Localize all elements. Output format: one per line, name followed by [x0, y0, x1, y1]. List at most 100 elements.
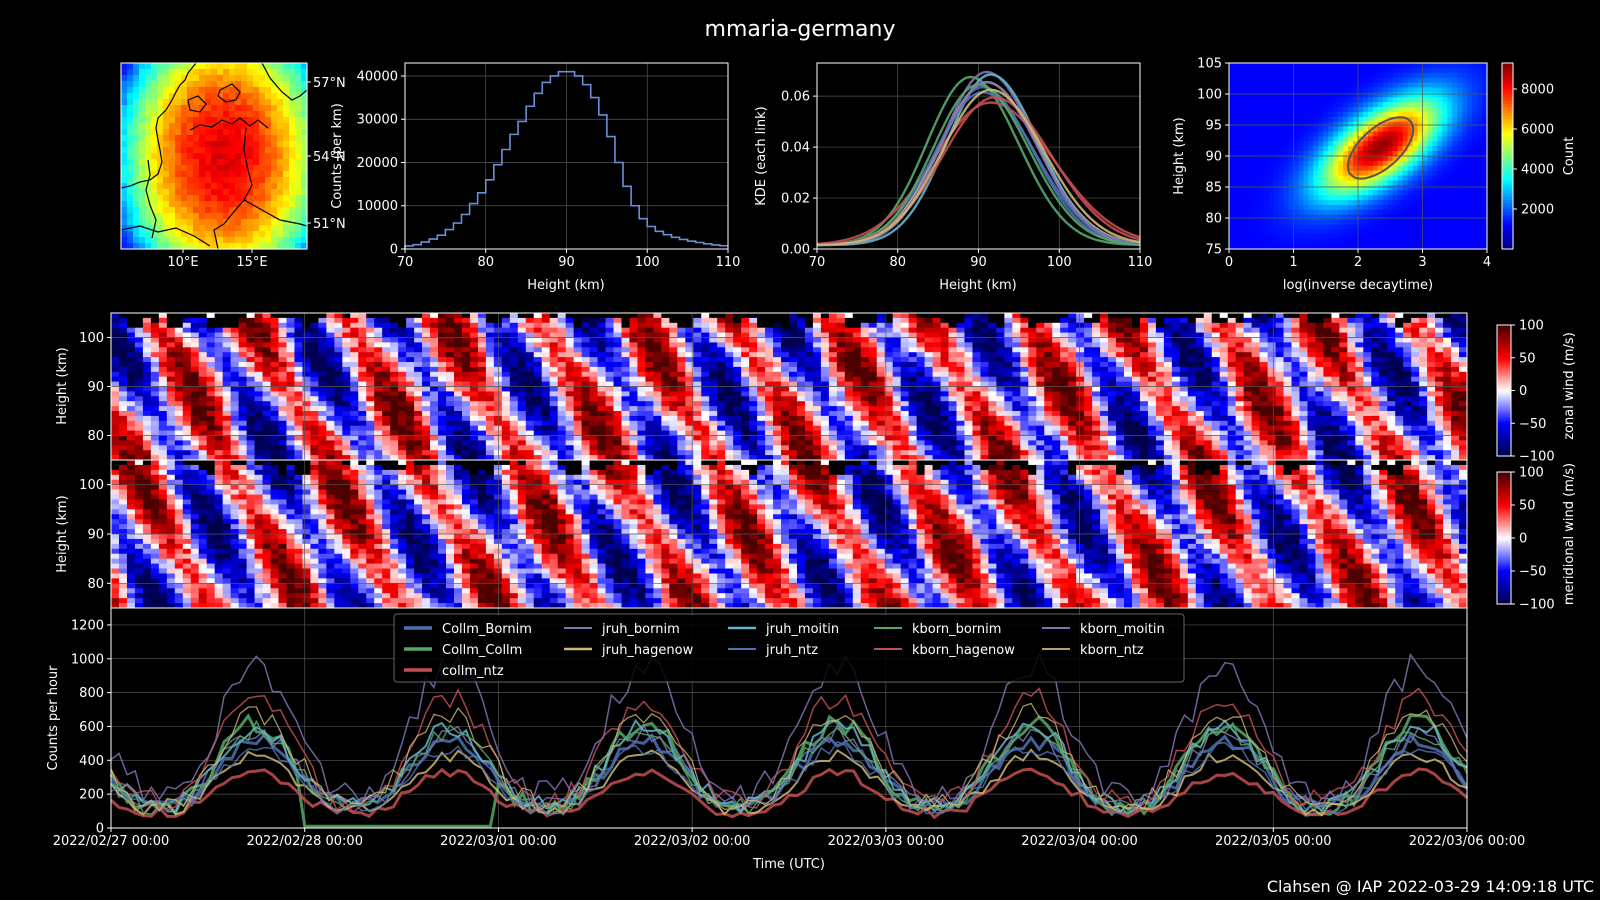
wind-cell	[198, 313, 208, 319]
wind-cell	[206, 401, 216, 407]
wind-cell	[501, 322, 511, 329]
map-cell	[145, 81, 152, 88]
density-cell	[1233, 82, 1240, 88]
density-cell	[1477, 131, 1483, 137]
map-cell	[289, 129, 296, 136]
density-cell	[1318, 136, 1324, 142]
density-cell	[1348, 63, 1354, 69]
map-cell	[205, 159, 212, 166]
wind-cell	[350, 386, 359, 392]
density-cell	[1442, 146, 1448, 152]
density-cell	[1387, 82, 1394, 88]
wind-cell	[501, 386, 511, 392]
wind-cell	[350, 425, 359, 432]
wind-cell	[246, 386, 256, 392]
density-cell	[1462, 121, 1468, 128]
density-cell	[1382, 229, 1389, 235]
density-cell	[1472, 175, 1478, 181]
wind-cell	[390, 327, 399, 334]
density-cell	[1233, 180, 1240, 186]
density-cell	[1258, 82, 1265, 88]
wind-cell	[565, 371, 575, 378]
density-cell	[1229, 190, 1235, 196]
density-cell	[1367, 63, 1374, 69]
density-cell	[1477, 92, 1483, 98]
map-cell	[295, 105, 302, 112]
density-cell	[1397, 102, 1404, 108]
wind-cell	[501, 357, 511, 363]
wind-cell	[190, 376, 200, 383]
wind-cell	[182, 337, 192, 343]
wind-cell	[533, 391, 543, 397]
map-cell	[259, 81, 266, 88]
map-cell	[295, 159, 302, 166]
map-cell	[151, 63, 158, 70]
wind-cell	[422, 396, 431, 402]
density-cell	[1333, 63, 1339, 69]
density-cell	[1412, 170, 1419, 177]
wind-cell	[334, 371, 343, 378]
density-cell	[1238, 131, 1245, 137]
wind-cell	[453, 415, 463, 422]
wind-cell	[541, 450, 551, 456]
map-cell	[127, 171, 134, 178]
wind-cell	[589, 337, 599, 343]
density-cell	[1392, 131, 1399, 137]
density-cell	[1333, 77, 1339, 84]
density-cell	[1467, 77, 1473, 84]
density-cell	[1442, 102, 1448, 108]
density-cell	[1233, 116, 1240, 123]
density-cell	[1348, 204, 1354, 211]
wind-cell	[509, 347, 519, 353]
map-cell	[139, 159, 146, 166]
density-cell	[1283, 160, 1290, 167]
map-cell	[217, 75, 224, 82]
density-cell	[1397, 146, 1404, 152]
density-cell	[1432, 107, 1438, 113]
wind-cell	[238, 342, 248, 348]
density-cell	[1248, 185, 1255, 191]
density-cell	[1387, 180, 1394, 186]
wind-cell	[198, 352, 208, 358]
density-cell	[1333, 229, 1339, 235]
density-cell	[1238, 185, 1245, 191]
wind-cell	[469, 445, 479, 451]
density-cell	[1253, 160, 1260, 167]
wind-cell	[438, 347, 447, 353]
map-cell	[193, 225, 200, 232]
wind-cell	[238, 376, 248, 383]
density-cell	[1323, 63, 1329, 69]
wind-cell	[206, 366, 216, 373]
map-cell	[247, 87, 254, 94]
density-cell	[1397, 165, 1404, 172]
wind-cell	[238, 450, 248, 456]
density-cell	[1258, 97, 1265, 103]
density-cell	[1392, 200, 1399, 206]
density-cell	[1273, 156, 1280, 162]
wind-cell	[206, 420, 216, 427]
wind-cell	[326, 396, 335, 402]
density-cell	[1412, 204, 1419, 211]
wind-cell	[198, 415, 208, 422]
wind-cell	[166, 420, 176, 427]
density-cell	[1397, 190, 1404, 196]
wind-cell	[398, 425, 407, 432]
density-cell	[1293, 97, 1299, 103]
density-cell	[1427, 72, 1433, 79]
density-cell	[1452, 234, 1458, 240]
wind-cell	[453, 406, 463, 412]
wind-cell	[446, 435, 455, 441]
wind-cell	[406, 337, 415, 343]
density-cell	[1362, 209, 1369, 216]
map-cell	[175, 159, 182, 166]
wind-cell	[573, 376, 583, 383]
map-cell	[235, 177, 242, 184]
map-cell	[271, 159, 278, 166]
wind-cell	[222, 371, 232, 378]
wind-cell	[262, 342, 272, 348]
wind-cell	[294, 420, 303, 427]
wind-cell	[453, 391, 463, 397]
wind-cell	[142, 445, 152, 451]
density-cell	[1412, 200, 1419, 206]
map-cell	[265, 129, 272, 136]
